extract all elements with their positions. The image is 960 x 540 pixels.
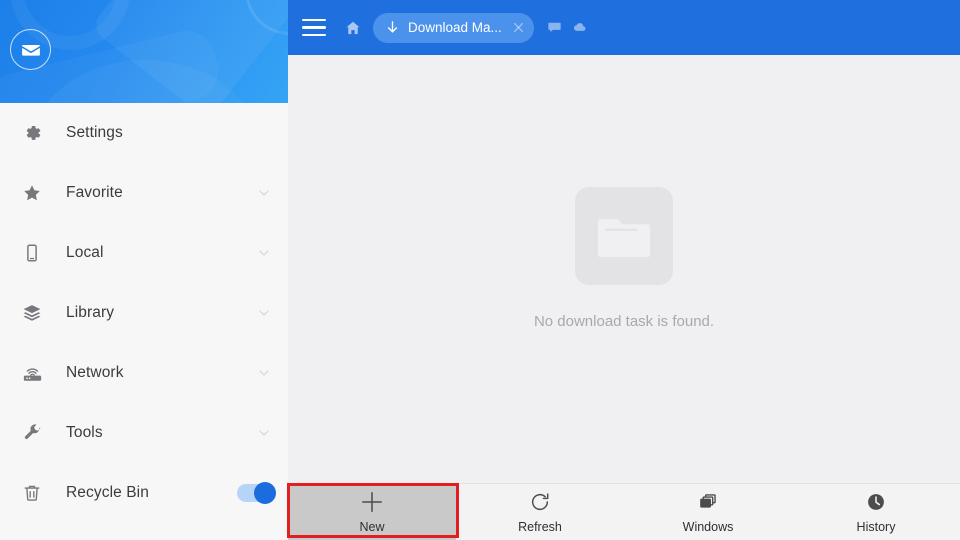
sidebar-item-recycle-bin[interactable]: Recycle Bin <box>0 463 288 523</box>
hamburger-line <box>302 18 326 22</box>
hamburger-line <box>302 26 326 29</box>
chat-icon[interactable] <box>547 20 562 35</box>
empty-state-message: No download task is found. <box>533 312 715 330</box>
sidebar-nav-list: Settings Favorite Local Library Network … <box>0 103 288 523</box>
gear-icon <box>18 119 46 147</box>
hamburger-icon[interactable] <box>302 15 328 41</box>
cloud-icon[interactable] <box>571 20 587 36</box>
router-icon <box>18 359 46 387</box>
layers-icon <box>18 299 46 327</box>
chevron-down-icon[interactable] <box>255 184 273 202</box>
download-task-list: No download task is found. <box>288 55 960 483</box>
phone-icon <box>18 239 46 267</box>
profile-header <box>0 0 288 103</box>
windows-button-label: Windows <box>682 519 734 534</box>
refresh-icon <box>529 491 551 513</box>
main-pane: Download Ma... No download task is found… <box>288 0 960 540</box>
sidebar-item-label: Tools <box>66 424 103 441</box>
plus-icon <box>359 491 385 513</box>
star-icon <box>18 179 46 207</box>
refresh-button[interactable]: Refresh <box>456 484 624 540</box>
sidebar-item-label: Network <box>66 364 124 381</box>
recycle-bin-toggle[interactable] <box>237 482 276 504</box>
folder-icon <box>575 186 673 285</box>
tab-download-manager[interactable]: Download Ma... <box>373 12 534 43</box>
avatar[interactable] <box>10 29 51 70</box>
sidebar-item-label: Favorite <box>66 184 123 201</box>
sidebar-item-label: Recycle Bin <box>66 484 149 501</box>
chevron-down-icon[interactable] <box>255 364 273 382</box>
wrench-icon <box>18 419 46 447</box>
app-window: Settings Favorite Local Library Network … <box>0 0 960 540</box>
tab-title: Download Ma... <box>408 20 502 35</box>
close-icon[interactable] <box>510 19 527 36</box>
windows-button[interactable]: Windows <box>624 484 792 540</box>
envelope-icon <box>20 39 42 61</box>
sidebar-item-network[interactable]: Network <box>0 343 288 403</box>
toggle-knob <box>254 482 276 504</box>
sidebar-item-favorite[interactable]: Favorite <box>0 163 288 223</box>
home-icon[interactable] <box>341 16 365 40</box>
trash-icon <box>18 479 46 507</box>
chevron-down-icon[interactable] <box>255 304 273 322</box>
hamburger-line <box>302 33 326 37</box>
sidebar-item-settings[interactable]: Settings <box>0 103 288 163</box>
top-bar: Download Ma... <box>288 0 960 55</box>
chevron-down-icon[interactable] <box>255 424 273 442</box>
sidebar-item-library[interactable]: Library <box>0 283 288 343</box>
sidebar-item-label: Settings <box>66 124 123 141</box>
new-button[interactable]: New <box>288 484 456 540</box>
bottom-toolbar: New Refresh Windows History <box>288 483 960 540</box>
sidebar-item-label: Local <box>66 244 104 261</box>
sidebar-item-label: Library <box>66 304 115 321</box>
windows-icon <box>697 491 719 513</box>
history-button[interactable]: History <box>792 484 960 540</box>
clock-icon <box>865 491 887 513</box>
sidebar: Settings Favorite Local Library Network … <box>0 0 288 540</box>
download-arrow-icon <box>384 19 401 36</box>
refresh-button-label: Refresh <box>518 519 562 534</box>
new-button-label: New <box>359 519 385 534</box>
history-button-label: History <box>856 519 896 534</box>
sidebar-item-tools[interactable]: Tools <box>0 403 288 463</box>
chevron-down-icon[interactable] <box>255 244 273 262</box>
sidebar-item-local[interactable]: Local <box>0 223 288 283</box>
